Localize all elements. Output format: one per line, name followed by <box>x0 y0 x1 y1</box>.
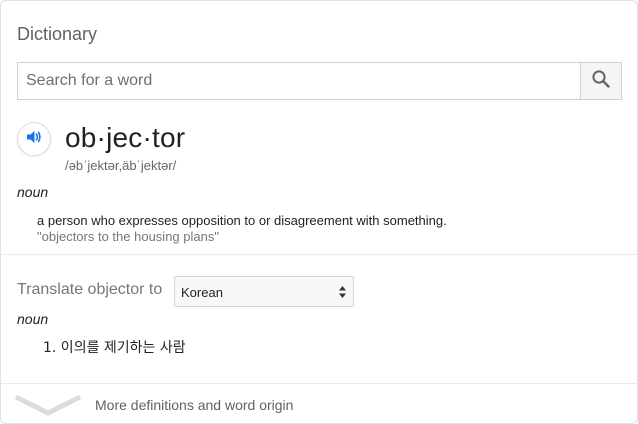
language-select-value: Korean <box>181 285 223 300</box>
phonetic-spelling: /əbˈjektər,äbˈjektər/ <box>65 158 177 173</box>
language-select[interactable]: Korean <box>174 276 354 307</box>
headword: ob·jec·tor <box>65 122 186 153</box>
updown-arrows-icon <box>338 285 347 304</box>
speaker-icon <box>25 128 43 151</box>
search-button[interactable] <box>580 63 621 99</box>
pronunciation-button[interactable] <box>17 122 51 156</box>
search-box <box>17 62 622 100</box>
translate-label: Translate objector to <box>17 281 163 298</box>
translation-part-of-speech: noun <box>17 311 49 327</box>
part-of-speech: noun <box>17 184 49 200</box>
search-icon <box>591 69 611 94</box>
search-input[interactable] <box>18 63 582 99</box>
dictionary-card: Dictionary ob·jec·tor /əbˈjektər,äbˈjekt… <box>0 0 638 424</box>
chevron-down-icon[interactable] <box>14 394 82 421</box>
translation-item: 1. 이의를 제기하는 사람 <box>43 340 186 356</box>
dictionary-title: Dictionary <box>17 24 98 44</box>
example-sentence: "objectors to the housing plans" <box>37 229 219 244</box>
footer-divider <box>1 383 637 384</box>
more-definitions-link[interactable]: More definitions and word origin <box>95 397 293 413</box>
section-divider <box>1 254 637 255</box>
definition-text: a person who expresses opposition to or … <box>37 213 447 228</box>
